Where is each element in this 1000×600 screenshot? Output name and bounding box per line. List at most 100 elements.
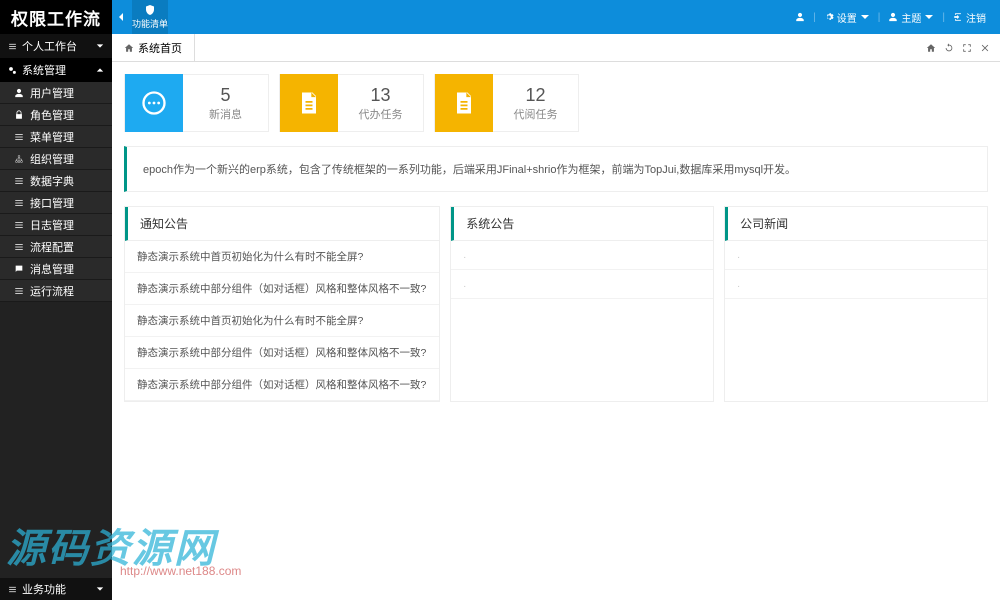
sidebar-item-4[interactable]: 数据字典 bbox=[0, 170, 112, 192]
org-icon bbox=[14, 154, 24, 164]
sidebar-item-label: 运行流程 bbox=[30, 283, 74, 299]
settings-button[interactable]: 设置 bbox=[818, 10, 876, 25]
function-menu-button[interactable]: 功能清单 bbox=[132, 0, 168, 34]
sidebar-item-7[interactable]: 流程配置 bbox=[0, 236, 112, 258]
refresh-icon[interactable] bbox=[944, 43, 954, 53]
panel-row[interactable]: 静态演示系统中首页初始化为什么有时不能全屏? bbox=[125, 241, 439, 273]
panel-row[interactable]: 静态演示系统中部分组件（如对话框）风格和整体风格不一致? bbox=[125, 273, 439, 305]
sidebar-item-label: 角色管理 bbox=[30, 107, 74, 123]
sidebar-item-1[interactable]: 角色管理 bbox=[0, 104, 112, 126]
user-icon bbox=[795, 12, 805, 22]
panel-row[interactable]: . bbox=[451, 270, 713, 299]
theme-button[interactable]: 主题 bbox=[882, 10, 940, 25]
sidebar-bottom-label: 业务功能 bbox=[22, 581, 66, 597]
home-icon bbox=[124, 43, 134, 53]
stat-number: 12 bbox=[493, 85, 578, 106]
tab-label: 系统首页 bbox=[138, 40, 182, 56]
close-icon[interactable] bbox=[980, 43, 990, 53]
shield-icon bbox=[144, 4, 156, 16]
msg-icon bbox=[14, 264, 24, 274]
separator: | bbox=[942, 12, 945, 23]
chat-icon bbox=[140, 89, 168, 117]
chevron-down-icon bbox=[96, 42, 104, 50]
panel-title: 公司新闻 bbox=[725, 207, 987, 241]
sidebar-section-business[interactable]: 业务功能 bbox=[0, 578, 112, 600]
sidebar-item-6[interactable]: 日志管理 bbox=[0, 214, 112, 236]
fullscreen-icon[interactable] bbox=[962, 43, 972, 53]
sidebar: 个人工作台 系统管理 用户管理角色管理菜单管理组织管理数据字典接口管理日志管理流… bbox=[0, 34, 112, 600]
stat-icon bbox=[280, 74, 338, 132]
list-icon bbox=[8, 42, 17, 51]
sidebar-item-8[interactable]: 消息管理 bbox=[0, 258, 112, 280]
list-icon bbox=[14, 242, 24, 252]
tab-tools bbox=[916, 34, 1000, 61]
sidebar-item-label: 接口管理 bbox=[30, 195, 74, 211]
main-area: 系统首页 5新消息13代办任务12代阅任务 epoch作为一个新兴的erp系统，… bbox=[112, 34, 1000, 600]
settings-label: 设置 bbox=[837, 10, 857, 25]
sidebar-section-label: 个人工作台 bbox=[22, 38, 77, 54]
tabbar: 系统首页 bbox=[112, 34, 1000, 62]
sidebar-item-3[interactable]: 组织管理 bbox=[0, 148, 112, 170]
stat-label: 新消息 bbox=[183, 106, 268, 122]
list-icon bbox=[14, 220, 24, 230]
sidebar-item-label: 日志管理 bbox=[30, 217, 74, 233]
sidebar-item-2[interactable]: 菜单管理 bbox=[0, 126, 112, 148]
user-button[interactable] bbox=[789, 12, 811, 22]
doc-icon bbox=[295, 89, 323, 117]
theme-label: 主题 bbox=[901, 10, 921, 25]
gear-icon bbox=[824, 12, 834, 22]
caret-down-icon bbox=[924, 12, 934, 22]
logout-label: 注销 bbox=[966, 10, 986, 25]
stat-label: 代阅任务 bbox=[493, 106, 578, 122]
sidebar-section-system[interactable]: 系统管理 bbox=[0, 58, 112, 82]
user-icon bbox=[888, 12, 898, 22]
stat-number: 5 bbox=[183, 85, 268, 106]
sidebar-item-label: 组织管理 bbox=[30, 151, 74, 167]
home-icon[interactable] bbox=[926, 43, 936, 53]
tab-home[interactable]: 系统首页 bbox=[112, 34, 195, 61]
sidebar-section-workspace[interactable]: 个人工作台 bbox=[0, 34, 112, 58]
doc-icon bbox=[450, 89, 478, 117]
stat-text: 12代阅任务 bbox=[493, 85, 578, 122]
panel-row[interactable]: . bbox=[451, 241, 713, 270]
sidebar-item-label: 用户管理 bbox=[30, 85, 74, 101]
header-right: | 设置 | 主题 | 注销 bbox=[789, 10, 1000, 25]
caret-down-icon bbox=[860, 12, 870, 22]
function-menu-label: 功能清单 bbox=[132, 17, 168, 30]
stat-card-2[interactable]: 12代阅任务 bbox=[434, 74, 579, 132]
list-icon bbox=[14, 132, 24, 142]
sidebar-item-label: 消息管理 bbox=[30, 261, 74, 277]
panel-row[interactable]: . bbox=[725, 270, 987, 299]
sidebar-item-9[interactable]: 运行流程 bbox=[0, 280, 112, 302]
panel-row[interactable]: 静态演示系统中部分组件（如对话框）风格和整体风格不一致? bbox=[125, 337, 439, 369]
sidebar-toggle[interactable] bbox=[112, 0, 132, 34]
list-icon bbox=[14, 176, 24, 186]
separator: | bbox=[813, 12, 816, 23]
logout-icon bbox=[953, 12, 963, 22]
chevron-up-icon bbox=[96, 66, 104, 74]
stat-text: 13代办任务 bbox=[338, 85, 423, 122]
panels-row: 通知公告静态演示系统中首页初始化为什么有时不能全屏?静态演示系统中部分组件（如对… bbox=[124, 206, 988, 402]
chevron-left-icon bbox=[117, 12, 127, 22]
stats-row: 5新消息 13代办任务 12代阅任务 bbox=[124, 74, 988, 132]
sidebar-item-5[interactable]: 接口管理 bbox=[0, 192, 112, 214]
gears-icon bbox=[8, 66, 17, 75]
panel-row[interactable]: 静态演示系统中首页初始化为什么有时不能全屏? bbox=[125, 305, 439, 337]
sidebar-item-label: 流程配置 bbox=[30, 239, 74, 255]
stat-label: 代办任务 bbox=[338, 106, 423, 122]
stat-card-0[interactable]: 5新消息 bbox=[124, 74, 269, 132]
separator: | bbox=[878, 12, 881, 23]
logout-button[interactable]: 注销 bbox=[947, 10, 992, 25]
user-icon bbox=[14, 88, 24, 98]
panel-row[interactable]: . bbox=[725, 241, 987, 270]
panel-2: 公司新闻.. bbox=[724, 206, 988, 402]
stat-card-1[interactable]: 13代办任务 bbox=[279, 74, 424, 132]
header: 权限工作流 功能清单 | 设置 | 主题 | 注销 bbox=[0, 0, 1000, 34]
panel-title: 通知公告 bbox=[125, 207, 439, 241]
panel-body: 静态演示系统中首页初始化为什么有时不能全屏?静态演示系统中部分组件（如对话框）风… bbox=[125, 241, 439, 401]
stat-number: 13 bbox=[338, 85, 423, 106]
logo: 权限工作流 bbox=[0, 0, 112, 34]
sidebar-item-0[interactable]: 用户管理 bbox=[0, 82, 112, 104]
panel-row[interactable]: 静态演示系统中部分组件（如对话框）风格和整体风格不一致? bbox=[125, 369, 439, 401]
lock-icon bbox=[14, 110, 24, 120]
